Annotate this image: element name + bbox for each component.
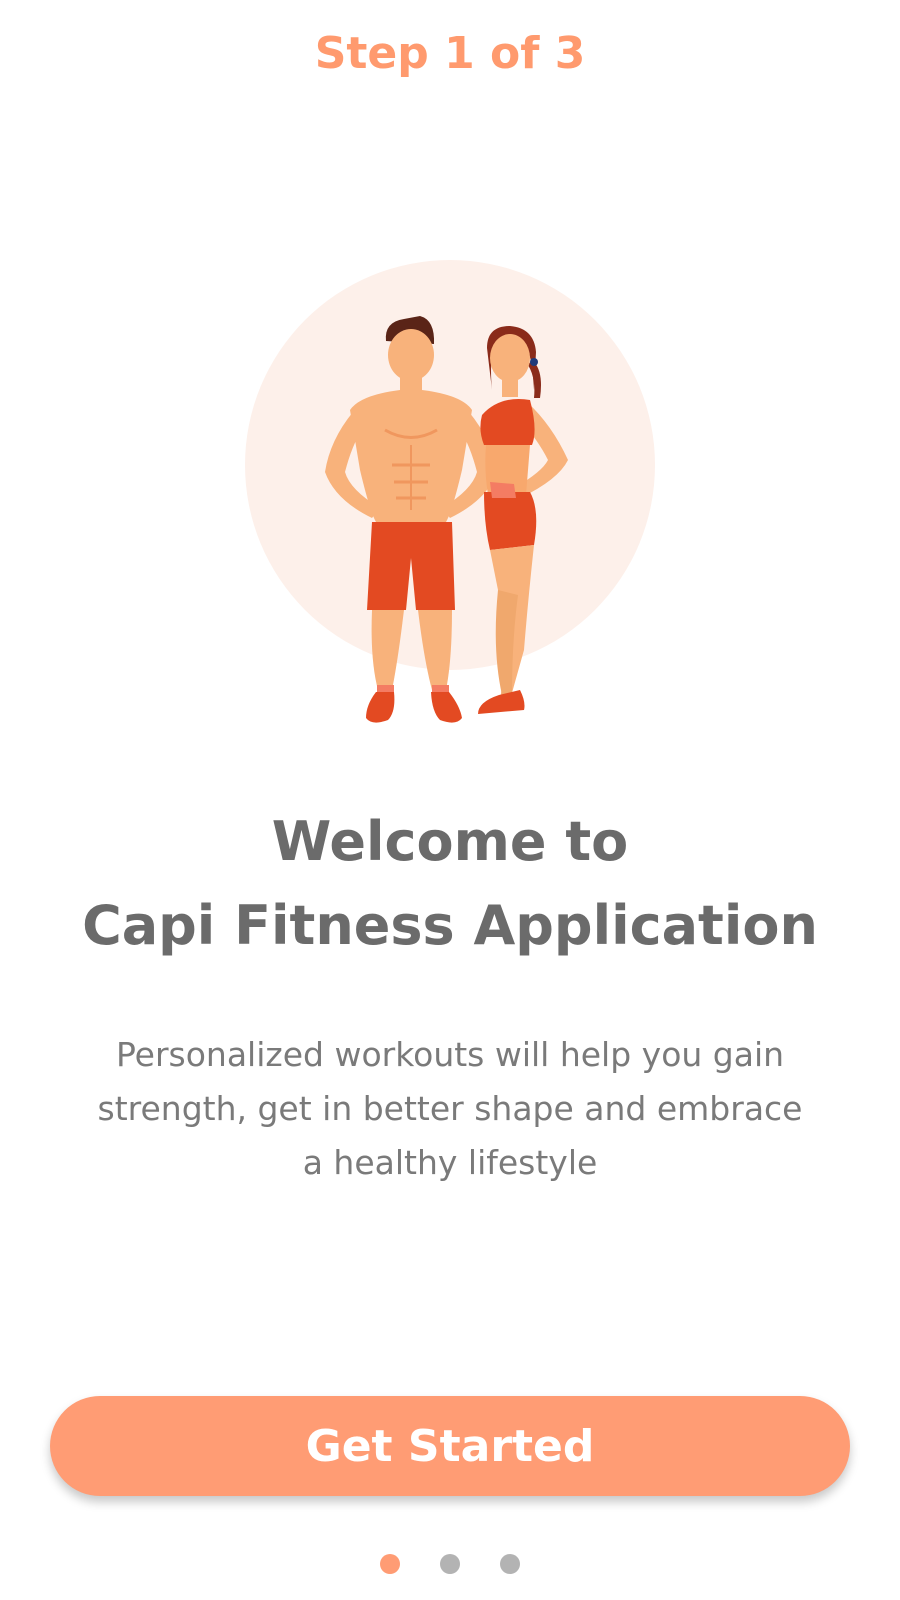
pager-dot[interactable] bbox=[440, 1554, 460, 1574]
get-started-button[interactable]: Get Started bbox=[50, 1396, 850, 1496]
step-indicator: Step 1 of 3 bbox=[314, 28, 586, 79]
title-line-2: Capi Fitness Application bbox=[82, 894, 818, 957]
welcome-title: Welcome to Capi Fitness Application bbox=[0, 800, 900, 968]
welcome-description: Personalized workouts will help you gain… bbox=[97, 1035, 803, 1182]
pager-dot[interactable] bbox=[380, 1554, 400, 1574]
pager-dot[interactable] bbox=[500, 1554, 520, 1574]
pager-dots bbox=[0, 1554, 900, 1574]
title-line-1: Welcome to bbox=[271, 810, 629, 873]
fitness-couple-illustration bbox=[245, 260, 655, 723]
